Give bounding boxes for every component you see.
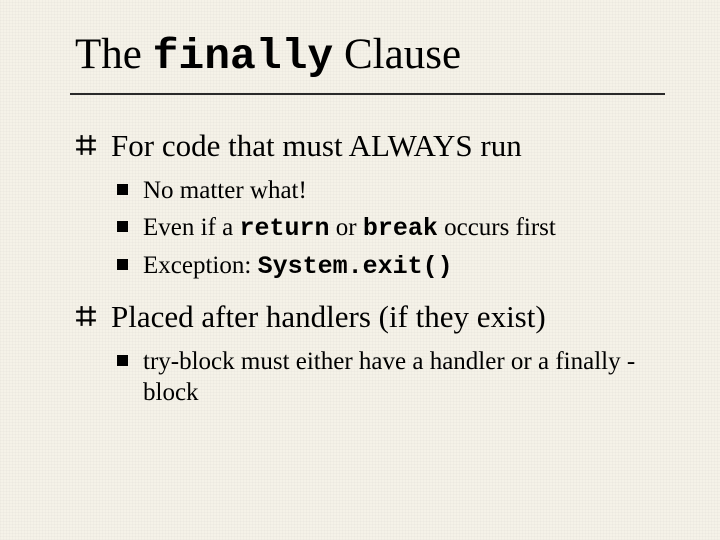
bullet-level1: For code that must ALWAYS run bbox=[75, 127, 680, 164]
body-text: Exception: bbox=[143, 252, 258, 279]
square-bullet-icon bbox=[117, 355, 128, 366]
crosshatch-bullet-icon bbox=[75, 305, 97, 327]
body-text: Placed after handlers (if they exist) bbox=[111, 299, 546, 334]
code-text: break bbox=[363, 214, 438, 243]
square-bullet-icon bbox=[117, 221, 128, 232]
square-bullet-icon bbox=[117, 259, 128, 270]
code-text: return bbox=[239, 214, 329, 243]
slide: The finally Clause For code that must AL… bbox=[0, 0, 720, 540]
body-text: No matter what! bbox=[143, 177, 307, 204]
bullet-level1: Placed after handlers (if they exist) bbox=[75, 298, 680, 335]
title-post: Clause bbox=[333, 31, 461, 78]
body-text: or bbox=[330, 214, 363, 241]
title-mono: finally bbox=[153, 32, 334, 81]
square-bullet-icon bbox=[117, 184, 128, 195]
bullet-level2: Exception: System.exit() bbox=[75, 250, 680, 282]
crosshatch-bullet-icon bbox=[75, 134, 97, 156]
body-text: For code that must ALWAYS run bbox=[111, 128, 522, 163]
body-text: Even if a bbox=[143, 214, 239, 241]
body-text: occurs first bbox=[438, 214, 556, 241]
title-underline bbox=[70, 93, 665, 95]
code-text: System.exit() bbox=[258, 252, 453, 281]
bullet-level2: try-block must either have a handler or … bbox=[75, 346, 680, 409]
slide-content: For code that must ALWAYS run No matter w… bbox=[75, 127, 680, 408]
body-text: try-block must either have a handler or … bbox=[143, 348, 635, 406]
slide-title: The finally Clause bbox=[75, 30, 680, 81]
title-pre: The bbox=[75, 31, 153, 78]
bullet-level2: Even if a return or break occurs first bbox=[75, 212, 680, 244]
bullet-level2: No matter what! bbox=[75, 175, 680, 206]
